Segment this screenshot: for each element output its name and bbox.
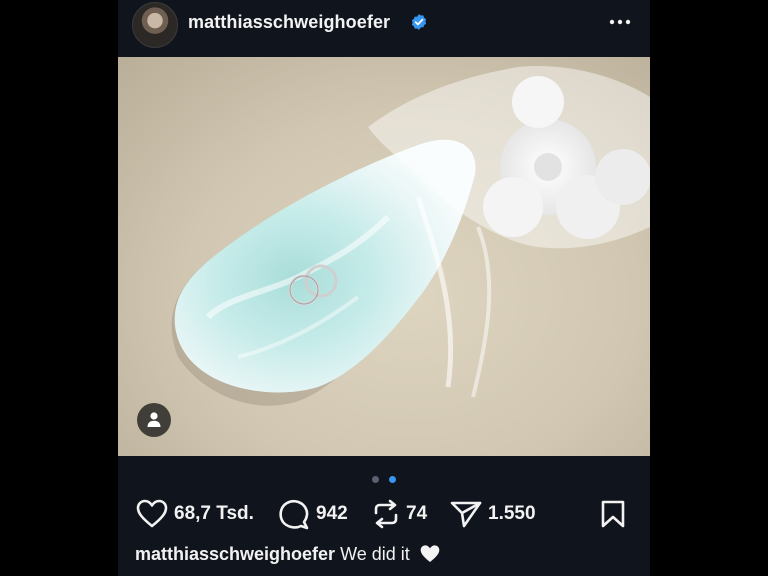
post-username[interactable]: matthiasschweighoefer bbox=[188, 12, 390, 33]
like-action[interactable]: 68,7 Tsd. bbox=[136, 496, 254, 532]
repost-icon[interactable] bbox=[372, 499, 400, 529]
tagged-users-button[interactable] bbox=[137, 403, 171, 437]
comment-count: 942 bbox=[316, 503, 348, 524]
repost-action[interactable]: 74 bbox=[372, 496, 427, 532]
share-action[interactable]: 1.550 bbox=[450, 496, 536, 532]
post-header: matthiasschweighoefer bbox=[118, 0, 650, 56]
white-heart-icon bbox=[420, 545, 440, 562]
carousel-dot-active bbox=[389, 476, 397, 483]
verified-badge-icon bbox=[411, 14, 427, 30]
post-caption: matthiasschweighoefer We did it bbox=[135, 544, 441, 565]
caption-text: We did it bbox=[340, 544, 410, 564]
post-panel: matthiasschweighoefer 68,7 Tsd. 942 74 1… bbox=[118, 0, 650, 576]
like-count: 68,7 Tsd. bbox=[174, 503, 254, 524]
repost-count: 74 bbox=[406, 503, 428, 524]
action-bar: 68,7 Tsd. 942 74 1.550 bbox=[118, 496, 650, 532]
heart-icon[interactable] bbox=[136, 499, 168, 529]
bookmark-icon[interactable] bbox=[600, 499, 626, 529]
comment-action[interactable]: 942 bbox=[278, 496, 348, 532]
share-count: 1.550 bbox=[488, 503, 536, 524]
carousel-dot bbox=[371, 476, 379, 483]
carousel-indicator bbox=[118, 470, 650, 483]
post-photo[interactable] bbox=[118, 57, 650, 456]
rings-on-dish-image bbox=[171, 66, 650, 406]
comment-icon[interactable] bbox=[278, 498, 310, 530]
avatar[interactable] bbox=[132, 2, 178, 48]
more-dots-icon[interactable] bbox=[608, 12, 632, 32]
save-action[interactable] bbox=[600, 496, 626, 532]
person-icon bbox=[147, 412, 161, 427]
caption-username[interactable]: matthiasschweighoefer bbox=[135, 544, 335, 564]
send-icon[interactable] bbox=[450, 499, 482, 529]
